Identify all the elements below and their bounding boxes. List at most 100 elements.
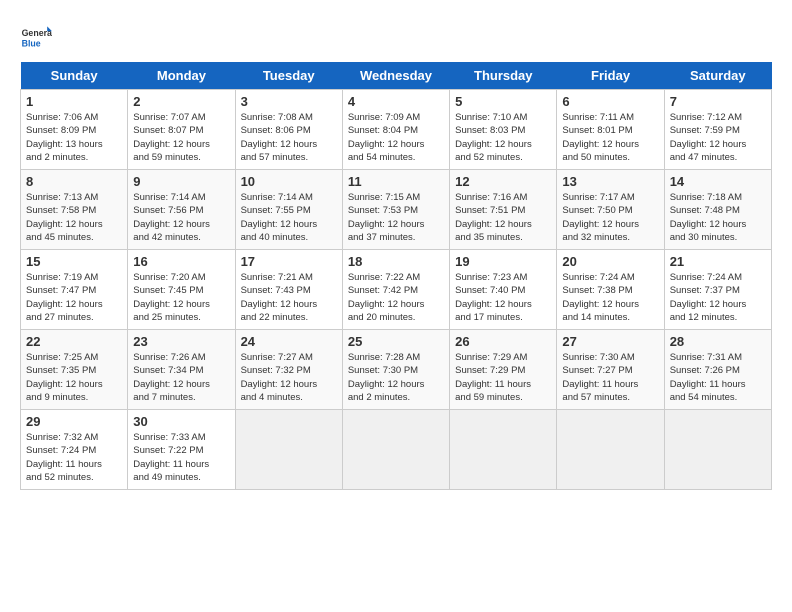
day-number: 19	[455, 254, 551, 269]
day-number: 6	[562, 94, 658, 109]
calendar-week-row: 1 Sunrise: 7:06 AM Sunset: 8:09 PM Daylig…	[21, 90, 772, 170]
day-number: 11	[348, 174, 444, 189]
day-info: Sunrise: 7:20 AM Sunset: 7:45 PM Dayligh…	[133, 271, 229, 324]
weekday-header: Sunday	[21, 62, 128, 90]
calendar-cell: 27 Sunrise: 7:30 AM Sunset: 7:27 PM Dayli…	[557, 330, 664, 410]
calendar-cell: 6 Sunrise: 7:11 AM Sunset: 8:01 PM Daylig…	[557, 90, 664, 170]
calendar-cell: 15 Sunrise: 7:19 AM Sunset: 7:47 PM Dayli…	[21, 250, 128, 330]
calendar-cell: 8 Sunrise: 7:13 AM Sunset: 7:58 PM Daylig…	[21, 170, 128, 250]
day-number: 12	[455, 174, 551, 189]
day-info: Sunrise: 7:18 AM Sunset: 7:48 PM Dayligh…	[670, 191, 766, 244]
day-info: Sunrise: 7:24 AM Sunset: 7:37 PM Dayligh…	[670, 271, 766, 324]
day-number: 9	[133, 174, 229, 189]
calendar-cell: 16 Sunrise: 7:20 AM Sunset: 7:45 PM Dayli…	[128, 250, 235, 330]
calendar-cell: 25 Sunrise: 7:28 AM Sunset: 7:30 PM Dayli…	[342, 330, 449, 410]
calendar-cell: 9 Sunrise: 7:14 AM Sunset: 7:56 PM Daylig…	[128, 170, 235, 250]
day-info: Sunrise: 7:22 AM Sunset: 7:42 PM Dayligh…	[348, 271, 444, 324]
calendar-cell: 7 Sunrise: 7:12 AM Sunset: 7:59 PM Daylig…	[664, 90, 771, 170]
day-number: 2	[133, 94, 229, 109]
calendar-cell: 23 Sunrise: 7:26 AM Sunset: 7:34 PM Dayli…	[128, 330, 235, 410]
day-info: Sunrise: 7:25 AM Sunset: 7:35 PM Dayligh…	[26, 351, 122, 404]
day-info: Sunrise: 7:21 AM Sunset: 7:43 PM Dayligh…	[241, 271, 337, 324]
day-number: 24	[241, 334, 337, 349]
calendar-cell: 4 Sunrise: 7:09 AM Sunset: 8:04 PM Daylig…	[342, 90, 449, 170]
day-number: 27	[562, 334, 658, 349]
day-number: 1	[26, 94, 122, 109]
day-number: 8	[26, 174, 122, 189]
day-info: Sunrise: 7:15 AM Sunset: 7:53 PM Dayligh…	[348, 191, 444, 244]
day-info: Sunrise: 7:14 AM Sunset: 7:56 PM Dayligh…	[133, 191, 229, 244]
calendar-cell: 13 Sunrise: 7:17 AM Sunset: 7:50 PM Dayli…	[557, 170, 664, 250]
day-number: 20	[562, 254, 658, 269]
weekday-header: Saturday	[664, 62, 771, 90]
day-number: 26	[455, 334, 551, 349]
day-info: Sunrise: 7:27 AM Sunset: 7:32 PM Dayligh…	[241, 351, 337, 404]
day-info: Sunrise: 7:16 AM Sunset: 7:51 PM Dayligh…	[455, 191, 551, 244]
weekday-header: Monday	[128, 62, 235, 90]
day-info: Sunrise: 7:26 AM Sunset: 7:34 PM Dayligh…	[133, 351, 229, 404]
calendar-cell: 21Sunrise: 7:24 AM Sunset: 7:37 PM Dayli…	[664, 250, 771, 330]
calendar-cell: 30 Sunrise: 7:33 AM Sunset: 7:22 PM Dayli…	[128, 410, 235, 490]
calendar-cell: 11 Sunrise: 7:15 AM Sunset: 7:53 PM Dayli…	[342, 170, 449, 250]
day-info: Sunrise: 7:30 AM Sunset: 7:27 PM Dayligh…	[562, 351, 658, 404]
calendar-cell: 29 Sunrise: 7:32 AM Sunset: 7:24 PM Dayli…	[21, 410, 128, 490]
day-info: Sunrise: 7:23 AM Sunset: 7:40 PM Dayligh…	[455, 271, 551, 324]
calendar-week-row: 29 Sunrise: 7:32 AM Sunset: 7:24 PM Dayli…	[21, 410, 772, 490]
day-info: Sunrise: 7:29 AM Sunset: 7:29 PM Dayligh…	[455, 351, 551, 404]
weekday-header: Thursday	[450, 62, 557, 90]
weekday-header: Wednesday	[342, 62, 449, 90]
day-info: Sunrise: 7:28 AM Sunset: 7:30 PM Dayligh…	[348, 351, 444, 404]
day-number: 14	[670, 174, 766, 189]
day-number: 25	[348, 334, 444, 349]
day-info: Sunrise: 7:08 AM Sunset: 8:06 PM Dayligh…	[241, 111, 337, 164]
day-number: 15	[26, 254, 122, 269]
day-number: 30	[133, 414, 229, 429]
day-number: 13	[562, 174, 658, 189]
day-info: Sunrise: 7:13 AM Sunset: 7:58 PM Dayligh…	[26, 191, 122, 244]
day-info: Sunrise: 7:06 AM Sunset: 8:09 PM Dayligh…	[26, 111, 122, 164]
calendar-cell: 10 Sunrise: 7:14 AM Sunset: 7:55 PM Dayli…	[235, 170, 342, 250]
day-info: Sunrise: 7:14 AM Sunset: 7:55 PM Dayligh…	[241, 191, 337, 244]
day-info: Sunrise: 7:17 AM Sunset: 7:50 PM Dayligh…	[562, 191, 658, 244]
calendar-cell	[235, 410, 342, 490]
calendar-cell: 3Sunrise: 7:08 AM Sunset: 8:06 PM Daylig…	[235, 90, 342, 170]
day-info: Sunrise: 7:12 AM Sunset: 7:59 PM Dayligh…	[670, 111, 766, 164]
calendar-cell: 20 Sunrise: 7:24 AM Sunset: 7:38 PM Dayli…	[557, 250, 664, 330]
calendar-cell: 18 Sunrise: 7:22 AM Sunset: 7:42 PM Dayli…	[342, 250, 449, 330]
day-number: 18	[348, 254, 444, 269]
calendar-cell: 26 Sunrise: 7:29 AM Sunset: 7:29 PM Dayli…	[450, 330, 557, 410]
day-number: 7	[670, 94, 766, 109]
day-number: 28	[670, 334, 766, 349]
calendar-cell	[557, 410, 664, 490]
calendar-cell: 5Sunrise: 7:10 AM Sunset: 8:03 PM Daylig…	[450, 90, 557, 170]
day-info: Sunrise: 7:09 AM Sunset: 8:04 PM Dayligh…	[348, 111, 444, 164]
svg-text:Blue: Blue	[22, 38, 41, 48]
day-number: 10	[241, 174, 337, 189]
day-number: 5	[455, 94, 551, 109]
day-number: 17	[241, 254, 337, 269]
calendar-table: SundayMondayTuesdayWednesdayThursdayFrid…	[20, 62, 772, 490]
logo-icon: General Blue	[20, 20, 52, 52]
calendar-cell: 22 Sunrise: 7:25 AM Sunset: 7:35 PM Dayli…	[21, 330, 128, 410]
calendar-cell: 28Sunrise: 7:31 AM Sunset: 7:26 PM Dayli…	[664, 330, 771, 410]
logo: General Blue	[20, 20, 52, 52]
calendar-cell	[450, 410, 557, 490]
calendar-cell: 19 Sunrise: 7:23 AM Sunset: 7:40 PM Dayli…	[450, 250, 557, 330]
day-number: 4	[348, 94, 444, 109]
day-number: 29	[26, 414, 122, 429]
calendar-body: 1 Sunrise: 7:06 AM Sunset: 8:09 PM Daylig…	[21, 90, 772, 490]
calendar-week-row: 22 Sunrise: 7:25 AM Sunset: 7:35 PM Dayli…	[21, 330, 772, 410]
weekday-header: Friday	[557, 62, 664, 90]
day-info: Sunrise: 7:33 AM Sunset: 7:22 PM Dayligh…	[133, 431, 229, 484]
page-header: General Blue	[20, 20, 772, 52]
day-info: Sunrise: 7:07 AM Sunset: 8:07 PM Dayligh…	[133, 111, 229, 164]
day-info: Sunrise: 7:19 AM Sunset: 7:47 PM Dayligh…	[26, 271, 122, 324]
calendar-header-row: SundayMondayTuesdayWednesdayThursdayFrid…	[21, 62, 772, 90]
day-info: Sunrise: 7:24 AM Sunset: 7:38 PM Dayligh…	[562, 271, 658, 324]
day-number: 23	[133, 334, 229, 349]
calendar-week-row: 8 Sunrise: 7:13 AM Sunset: 7:58 PM Daylig…	[21, 170, 772, 250]
day-number: 22	[26, 334, 122, 349]
day-number: 16	[133, 254, 229, 269]
day-info: Sunrise: 7:32 AM Sunset: 7:24 PM Dayligh…	[26, 431, 122, 484]
day-info: Sunrise: 7:11 AM Sunset: 8:01 PM Dayligh…	[562, 111, 658, 164]
